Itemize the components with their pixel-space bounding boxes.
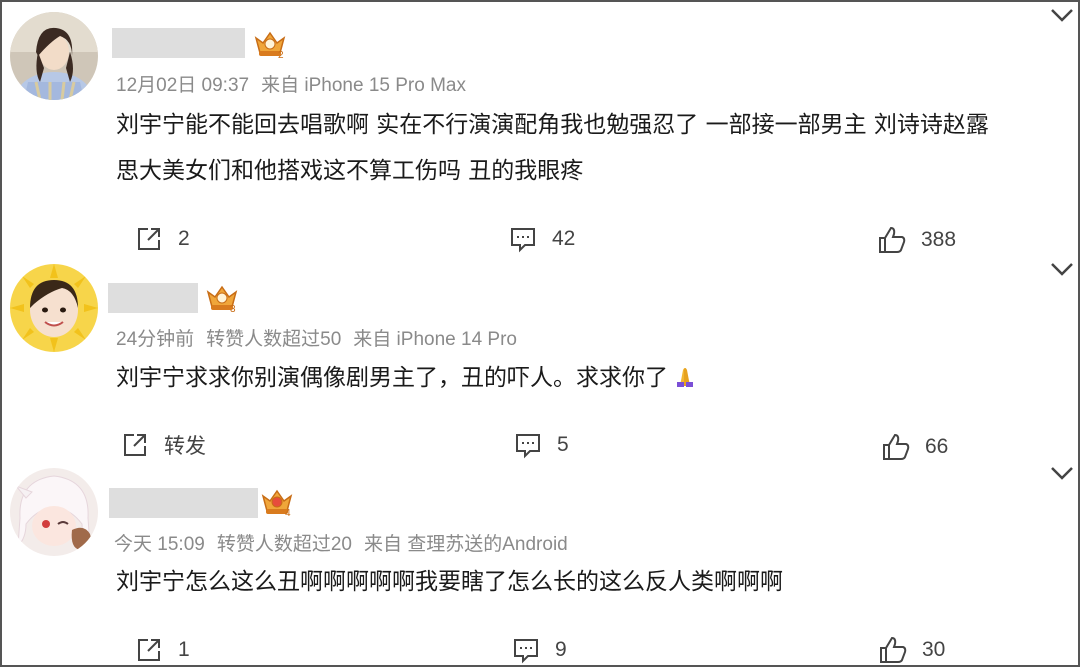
comment-feed: 2 12月02日 09:37 来自 iPhone 15 Pro Max 刘宇宁能不… [0,0,1080,667]
avatar[interactable] [10,468,98,556]
share-icon [138,639,160,661]
badge-level: 4 [285,508,291,517]
comment-count: 9 [555,638,567,661]
username-redacted[interactable] [109,488,258,518]
comment-text-line: 刘宇宁怎么这么丑啊啊啊啊啊我要瞎了怎么长的这么反人类啊啊啊 [116,569,783,595]
comment-meta: 今天 15:09 转赞人数超过20 来自 查理苏送的Android [114,529,580,556]
comment-item: 4 今天 15:09 转赞人数超过20 来自 查理苏送的Android 刘宇宁怎么这… [2,2,1078,665]
timestamp: 今天 15:09 [114,534,205,555]
thumbs-up-icon [880,636,907,663]
engagement-note: 转赞人数超过20 [216,534,352,555]
comment-text: 刘宇宁怎么这么丑啊啊啊啊啊我要瞎了怎么长的这么反人类啊啊啊 [116,559,1076,605]
source-device: 来自 查理苏送的Android [363,534,568,555]
like-count: 30 [922,638,946,661]
crown-badge-icon: 4 [261,489,293,517]
chevron-down-icon[interactable] [1049,464,1075,482]
share-button[interactable]: 1 [134,634,190,665]
share-count: 1 [178,638,190,661]
comment-button[interactable]: 9 [511,634,567,665]
comment-icon [514,639,538,664]
like-button[interactable]: 30 [878,634,946,665]
